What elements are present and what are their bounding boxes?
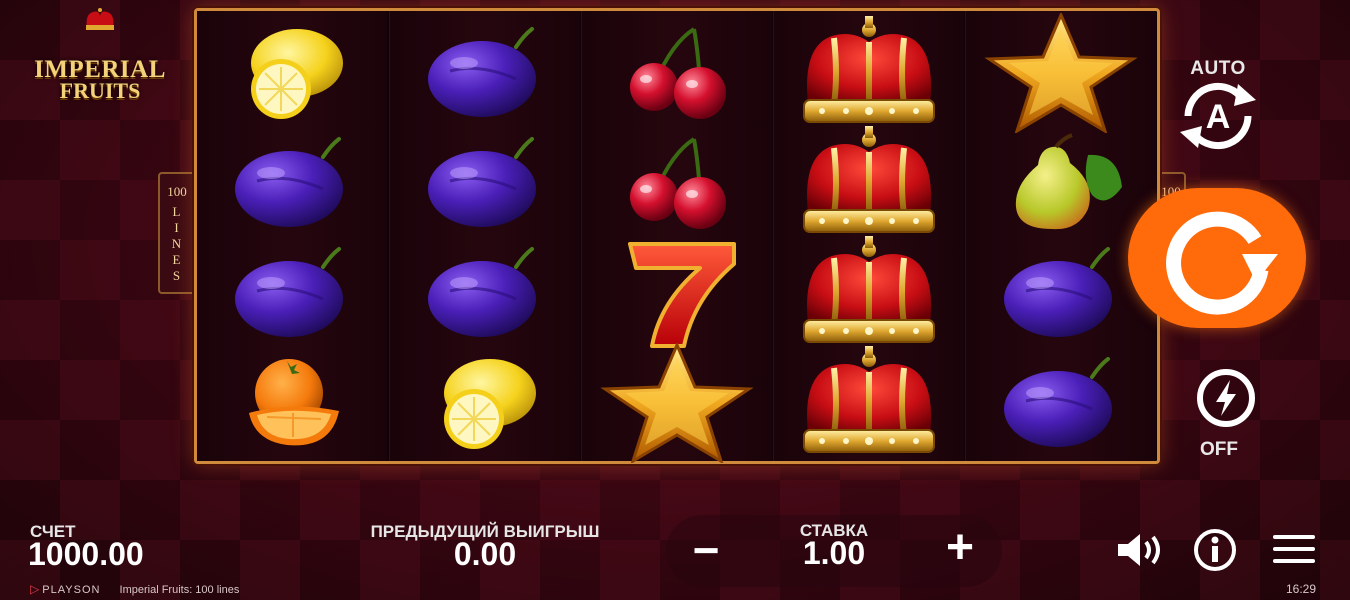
lightning-icon bbox=[1196, 369, 1255, 427]
speaker-icon[interactable] bbox=[1114, 530, 1170, 570]
reel-1 bbox=[197, 11, 387, 461]
reel-4 bbox=[773, 11, 964, 461]
svg-text:A: A bbox=[1206, 98, 1231, 136]
bet-value: 1.00 bbox=[802, 535, 866, 571]
lines-number: 100 bbox=[167, 184, 187, 199]
autoplay-label: AUTO bbox=[1190, 58, 1246, 79]
reel-3 bbox=[581, 11, 772, 463]
game-logo: IMPERIAL FRUITS bbox=[22, 6, 178, 103]
crown-symbol-icon bbox=[794, 16, 944, 131]
plum-symbol-icon bbox=[426, 137, 538, 229]
lemon-symbol-icon bbox=[443, 358, 537, 450]
reel-2 bbox=[389, 11, 580, 461]
balance-value: 1000.00 bbox=[28, 536, 144, 572]
hamburger-menu-icon[interactable] bbox=[1270, 532, 1318, 566]
footer-info: ▷ PLAYSON Imperial Fruits: 100 lines bbox=[30, 582, 239, 596]
reels-frame bbox=[194, 8, 1160, 464]
plum-symbol-icon bbox=[1002, 247, 1114, 339]
clock: 16:29 bbox=[1285, 582, 1316, 596]
cherry-symbol-icon bbox=[628, 27, 728, 121]
lemon-symbol-icon bbox=[250, 28, 344, 120]
bet-increase-button[interactable]: + bbox=[938, 523, 982, 575]
game-title: Imperial Fruits: 100 lines bbox=[119, 584, 240, 596]
bet-decrease-button[interactable]: − bbox=[684, 525, 728, 577]
plum-symbol-icon bbox=[233, 247, 345, 339]
logo-title-line2: FRUITS bbox=[59, 78, 141, 103]
lines-indicator-left: 100 LINES bbox=[158, 172, 196, 294]
cherry-symbol-icon bbox=[628, 137, 728, 231]
bet-panel: − СТАВКА 1.00 + bbox=[666, 515, 1002, 587]
pear-symbol-icon bbox=[1013, 133, 1124, 232]
plum-symbol-icon bbox=[1002, 357, 1114, 449]
turbo-toggle[interactable]: OFF bbox=[1174, 366, 1264, 466]
crown-symbol-icon bbox=[794, 346, 944, 461]
star-symbol-icon bbox=[603, 343, 751, 463]
plum-symbol-icon bbox=[233, 137, 345, 229]
autoplay-icon: A bbox=[1180, 82, 1256, 150]
seven-symbol-icon bbox=[628, 242, 736, 348]
crown-symbol-icon bbox=[794, 236, 944, 351]
info-icon[interactable] bbox=[1192, 528, 1238, 572]
spin-button[interactable] bbox=[1128, 188, 1306, 328]
last-win-value: 0.00 bbox=[453, 536, 517, 572]
playson-logo-icon: ▷ bbox=[30, 582, 40, 596]
plum-symbol-icon bbox=[426, 27, 538, 119]
star-symbol-icon bbox=[987, 13, 1135, 133]
provider-name: PLAYSON bbox=[42, 584, 101, 596]
autoplay-button[interactable]: AUTO A bbox=[1168, 58, 1268, 158]
plum-symbol-icon bbox=[426, 247, 538, 339]
logo-crown-icon bbox=[86, 8, 114, 30]
crown-symbol-icon bbox=[794, 126, 944, 241]
spin-icon bbox=[1166, 211, 1278, 315]
lines-word: LINES bbox=[171, 204, 183, 283]
orange-symbol-icon bbox=[248, 358, 340, 447]
turbo-status: OFF bbox=[1200, 439, 1238, 460]
